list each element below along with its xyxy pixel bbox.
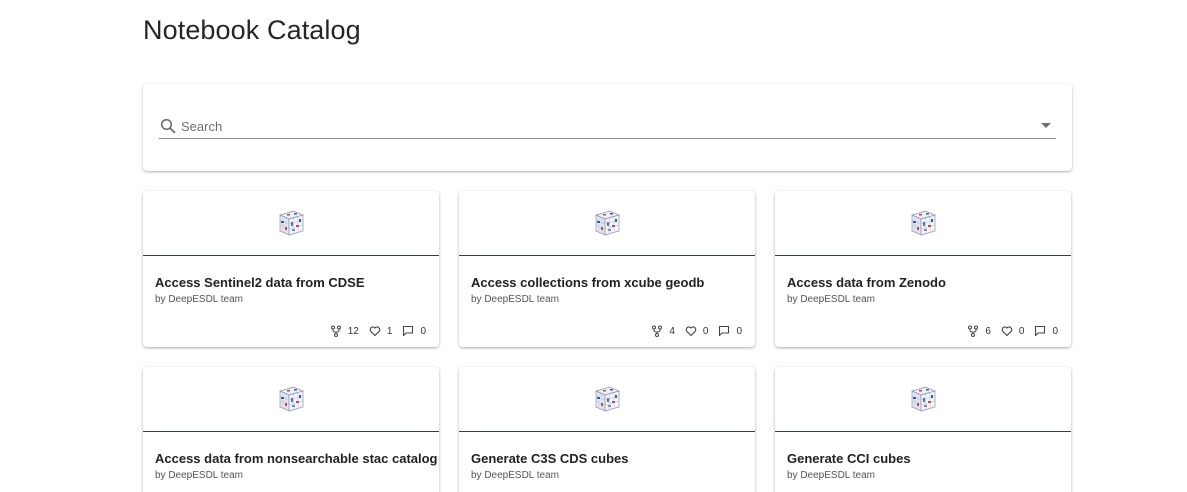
card-author: by DeepESDL team — [155, 294, 244, 305]
like-count-value: 0 — [702, 325, 709, 337]
fork-count-value: 12 — [347, 325, 359, 337]
search-field[interactable] — [159, 114, 1056, 139]
card-thumbnail — [459, 367, 755, 432]
card-stats: 12 1 0 — [320, 325, 426, 337]
notebook-catalog-page: Notebook Catalog Access Sentinel2 data f… — [0, 0, 1187, 492]
card-title: Generate CCI cubes — [787, 451, 911, 466]
fork-count: 4 — [651, 325, 675, 337]
arrow-drop-down-icon[interactable] — [1041, 123, 1051, 128]
notebook-card[interactable]: Access collections from xcube geodb by D… — [459, 191, 755, 347]
comment-count-value: 0 — [736, 325, 742, 337]
card-author: by DeepESDL team — [787, 294, 876, 305]
heart-icon — [369, 325, 381, 337]
fork-icon — [967, 325, 979, 337]
comment-icon — [1034, 325, 1046, 337]
page-title: Notebook Catalog — [143, 15, 361, 45]
card-title: Access data from Zenodo — [787, 275, 946, 290]
comment-icon — [402, 325, 414, 337]
fork-count-value: 6 — [985, 325, 991, 337]
card-author: by DeepESDL team — [787, 470, 876, 481]
card-thumbnail — [459, 191, 755, 256]
card-thumbnail — [775, 367, 1071, 432]
notebook-card[interactable]: Generate C3S CDS cubes by DeepESDL team — [459, 367, 755, 492]
data-cube-icon — [592, 208, 622, 238]
card-title: Access data from nonsearchable stac cata… — [155, 451, 438, 466]
comment-count[interactable]: 0 — [402, 325, 426, 337]
data-cube-icon — [908, 208, 938, 238]
card-thumbnail — [143, 367, 439, 432]
comment-icon — [718, 325, 730, 337]
card-title: Access Sentinel2 data from CDSE — [155, 275, 365, 290]
fork-count: 6 — [967, 325, 991, 337]
card-author: by DeepESDL team — [471, 470, 560, 481]
card-thumbnail — [143, 191, 439, 256]
search-icon — [160, 118, 176, 134]
card-author: by DeepESDL team — [155, 470, 244, 481]
notebook-card[interactable]: Access Sentinel2 data from CDSE by DeepE… — [143, 191, 439, 347]
like-count[interactable]: 0 — [1001, 325, 1025, 337]
notebook-card[interactable]: Generate CCI cubes by DeepESDL team — [775, 367, 1071, 492]
like-count[interactable]: 0 — [685, 325, 709, 337]
card-title: Generate C3S CDS cubes — [471, 451, 629, 466]
data-cube-icon — [276, 208, 306, 238]
fork-count: 12 — [330, 325, 359, 337]
card-thumbnail — [775, 191, 1071, 256]
card-stats: 6 0 0 — [957, 325, 1058, 337]
search-input[interactable] — [181, 116, 1021, 136]
heart-icon — [1001, 325, 1013, 337]
search-panel — [143, 84, 1072, 171]
fork-count-value: 4 — [669, 325, 675, 337]
comment-count-value: 0 — [420, 325, 426, 337]
like-count-value: 0 — [1018, 325, 1025, 337]
fork-icon — [651, 325, 663, 337]
data-cube-icon — [276, 384, 306, 414]
card-title: Access collections from xcube geodb — [471, 275, 705, 290]
like-count-value: 1 — [386, 325, 393, 337]
comment-count[interactable]: 0 — [718, 325, 742, 337]
heart-icon — [685, 325, 697, 337]
fork-icon — [330, 325, 342, 337]
comment-count-value: 0 — [1052, 325, 1058, 337]
data-cube-icon — [908, 384, 938, 414]
data-cube-icon — [592, 384, 622, 414]
like-count[interactable]: 1 — [369, 325, 393, 337]
notebook-card[interactable]: Access data from Zenodo by DeepESDL team… — [775, 191, 1071, 347]
card-author: by DeepESDL team — [471, 294, 560, 305]
card-stats: 4 0 0 — [641, 325, 742, 337]
notebook-card[interactable]: Access data from nonsearchable stac cata… — [143, 367, 439, 492]
comment-count[interactable]: 0 — [1034, 325, 1058, 337]
